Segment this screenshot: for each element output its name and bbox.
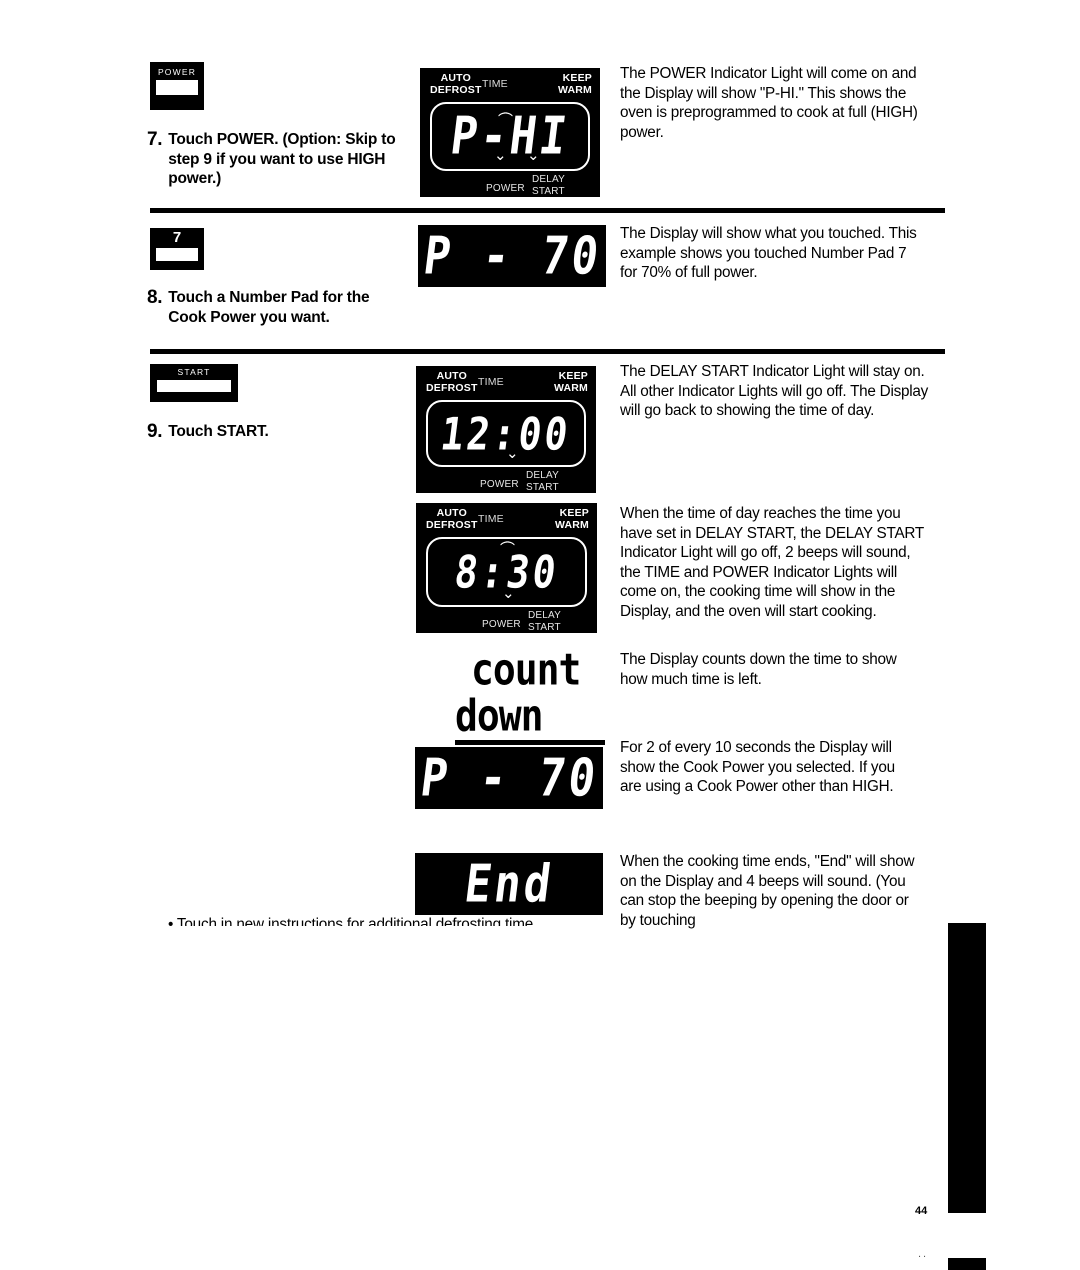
count-down-wordmark: count down <box>455 644 605 745</box>
power-keypad-graphic: POWER <box>150 62 204 110</box>
keep-warm-indicator: KEEP WARM <box>553 370 588 394</box>
display-panel-p-hi: AUTO DEFROST TIME KEEP WARM ⌒ P-HI ⌄ ⌄ P… <box>420 68 600 197</box>
result-cooking-start-description: When the time of day reaches the time yo… <box>620 505 924 620</box>
result-countdown-description: The Display counts down the time to show… <box>620 651 897 688</box>
display-panel-clock: AUTO DEFROST TIME KEEP WARM 12:00 ⌄ POWE… <box>416 366 596 493</box>
indicator-row-top: AUTO DEFROST TIME KEEP WARM <box>420 72 600 99</box>
manual-page: POWER 7. Touch POWER. (Option: Skip to s… <box>0 0 1080 1270</box>
step-8-description: The Display will show what you touched. … <box>620 225 917 282</box>
step-7-description: The POWER Indicator Light will come on a… <box>620 65 918 141</box>
step-9-description: The DELAY START Indicator Light will sta… <box>620 363 929 420</box>
lcd-frame: End <box>415 853 603 915</box>
auto-defrost-indicator: AUTO DEFROST <box>426 507 478 531</box>
keypad-slot <box>155 248 199 261</box>
step-8-instruction: Touch a Number Pad for the Cook Power yo… <box>168 289 370 326</box>
power-indicator: POWER <box>486 182 525 194</box>
start-keypad-graphic: START <box>150 364 238 402</box>
lcd-frame: ⌒ 8:30 ⌄ <box>426 537 587 607</box>
power-keypad-label: POWER <box>157 67 197 77</box>
caret-down-icon: ⌄ <box>502 585 515 602</box>
delay-start-indicator: DELAY START <box>526 470 560 493</box>
keypad-slot <box>156 380 232 392</box>
number-7-keypad-label: 7 <box>172 229 182 246</box>
caret-down-icon: ⌄ <box>506 445 519 462</box>
time-indicator: TIME <box>482 78 508 90</box>
display-panel-cooking-time: AUTO DEFROST TIME KEEP WARM ⌒ 8:30 ⌄ POW… <box>416 503 597 633</box>
lcd-frame: P - 70 <box>418 225 606 287</box>
result-cook-power-description: For 2 of every 10 seconds the Display wi… <box>620 739 895 796</box>
display-panel-p-70-result: P - 70 <box>415 747 603 809</box>
result-end-description: When the cooking time ends, "End" will s… <box>620 853 915 929</box>
start-keypad-label: START <box>177 367 211 377</box>
scan-speck: .. <box>918 1248 929 1260</box>
step-9: 9. Touch START. <box>147 422 269 442</box>
divider-2 <box>150 349 945 354</box>
count-down-line-2: down <box>455 690 544 741</box>
step-8-number: 8. <box>147 287 163 308</box>
auto-defrost-indicator: AUTO DEFROST <box>430 72 482 96</box>
step-9-instruction: Touch START. <box>168 423 269 440</box>
lcd-value: End <box>461 853 557 915</box>
scan-edge-bar-bottom <box>948 1258 986 1270</box>
indicator-row-top: AUTO DEFROST TIME KEEP WARM <box>416 370 596 397</box>
count-down-line-1: count <box>471 644 581 695</box>
delay-start-indicator: DELAY START <box>532 174 566 197</box>
step-7: 7. Touch POWER. (Option: Skip to step 9 … <box>147 130 408 189</box>
display-panel-p-70-step8: P - 70 <box>418 225 606 287</box>
step-7-number: 7. <box>147 129 163 150</box>
divider-1 <box>150 208 945 213</box>
lcd-frame: 12:00 ⌄ <box>426 400 586 467</box>
lcd-frame: P - 70 <box>415 747 603 809</box>
lcd-value: P - 70 <box>419 225 605 287</box>
indicator-row-top: AUTO DEFROST TIME KEEP WARM <box>416 507 597 534</box>
clipped-bullet-text: • Touch in new instructions for addition… <box>168 916 538 926</box>
keypad-slot <box>155 80 199 95</box>
auto-defrost-indicator: AUTO DEFROST <box>426 370 478 394</box>
keep-warm-indicator: KEEP WARM <box>557 72 592 96</box>
page-number: 44 <box>915 1205 928 1217</box>
number-7-keypad-graphic: 7 <box>150 228 204 270</box>
step-7-instruction: Touch POWER. (Option: Skip to step 9 if … <box>168 131 396 187</box>
time-indicator: TIME <box>478 376 504 388</box>
clipped-bullet-line: • Touch in new instructions for addition… <box>168 915 537 926</box>
power-indicator: POWER <box>480 478 519 490</box>
power-indicator: POWER <box>482 618 521 630</box>
lcd-frame: ⌒ P-HI ⌄ ⌄ <box>430 102 590 171</box>
lcd-value: P-HI <box>447 106 573 167</box>
caret-down-left-icon: ⌄ <box>494 147 507 164</box>
lcd-value: P - 70 <box>416 747 602 809</box>
scan-edge-bar <box>948 923 986 1213</box>
keep-warm-indicator: KEEP WARM <box>554 507 589 531</box>
step-9-number: 9. <box>147 421 163 442</box>
time-indicator: TIME <box>478 513 504 525</box>
step-8: 8. Touch a Number Pad for the Cook Power… <box>147 288 408 327</box>
delay-start-indicator: DELAY START <box>528 610 562 633</box>
display-panel-end: End <box>415 853 603 915</box>
caret-down-right-icon: ⌄ <box>527 147 540 164</box>
